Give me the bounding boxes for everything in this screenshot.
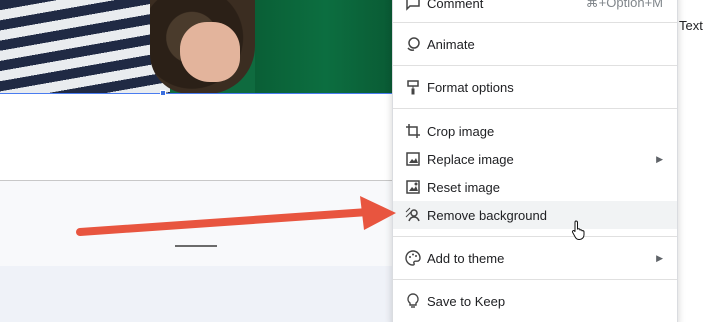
annotation-arrow [76, 196, 396, 236]
hand-cursor-icon [571, 220, 585, 240]
